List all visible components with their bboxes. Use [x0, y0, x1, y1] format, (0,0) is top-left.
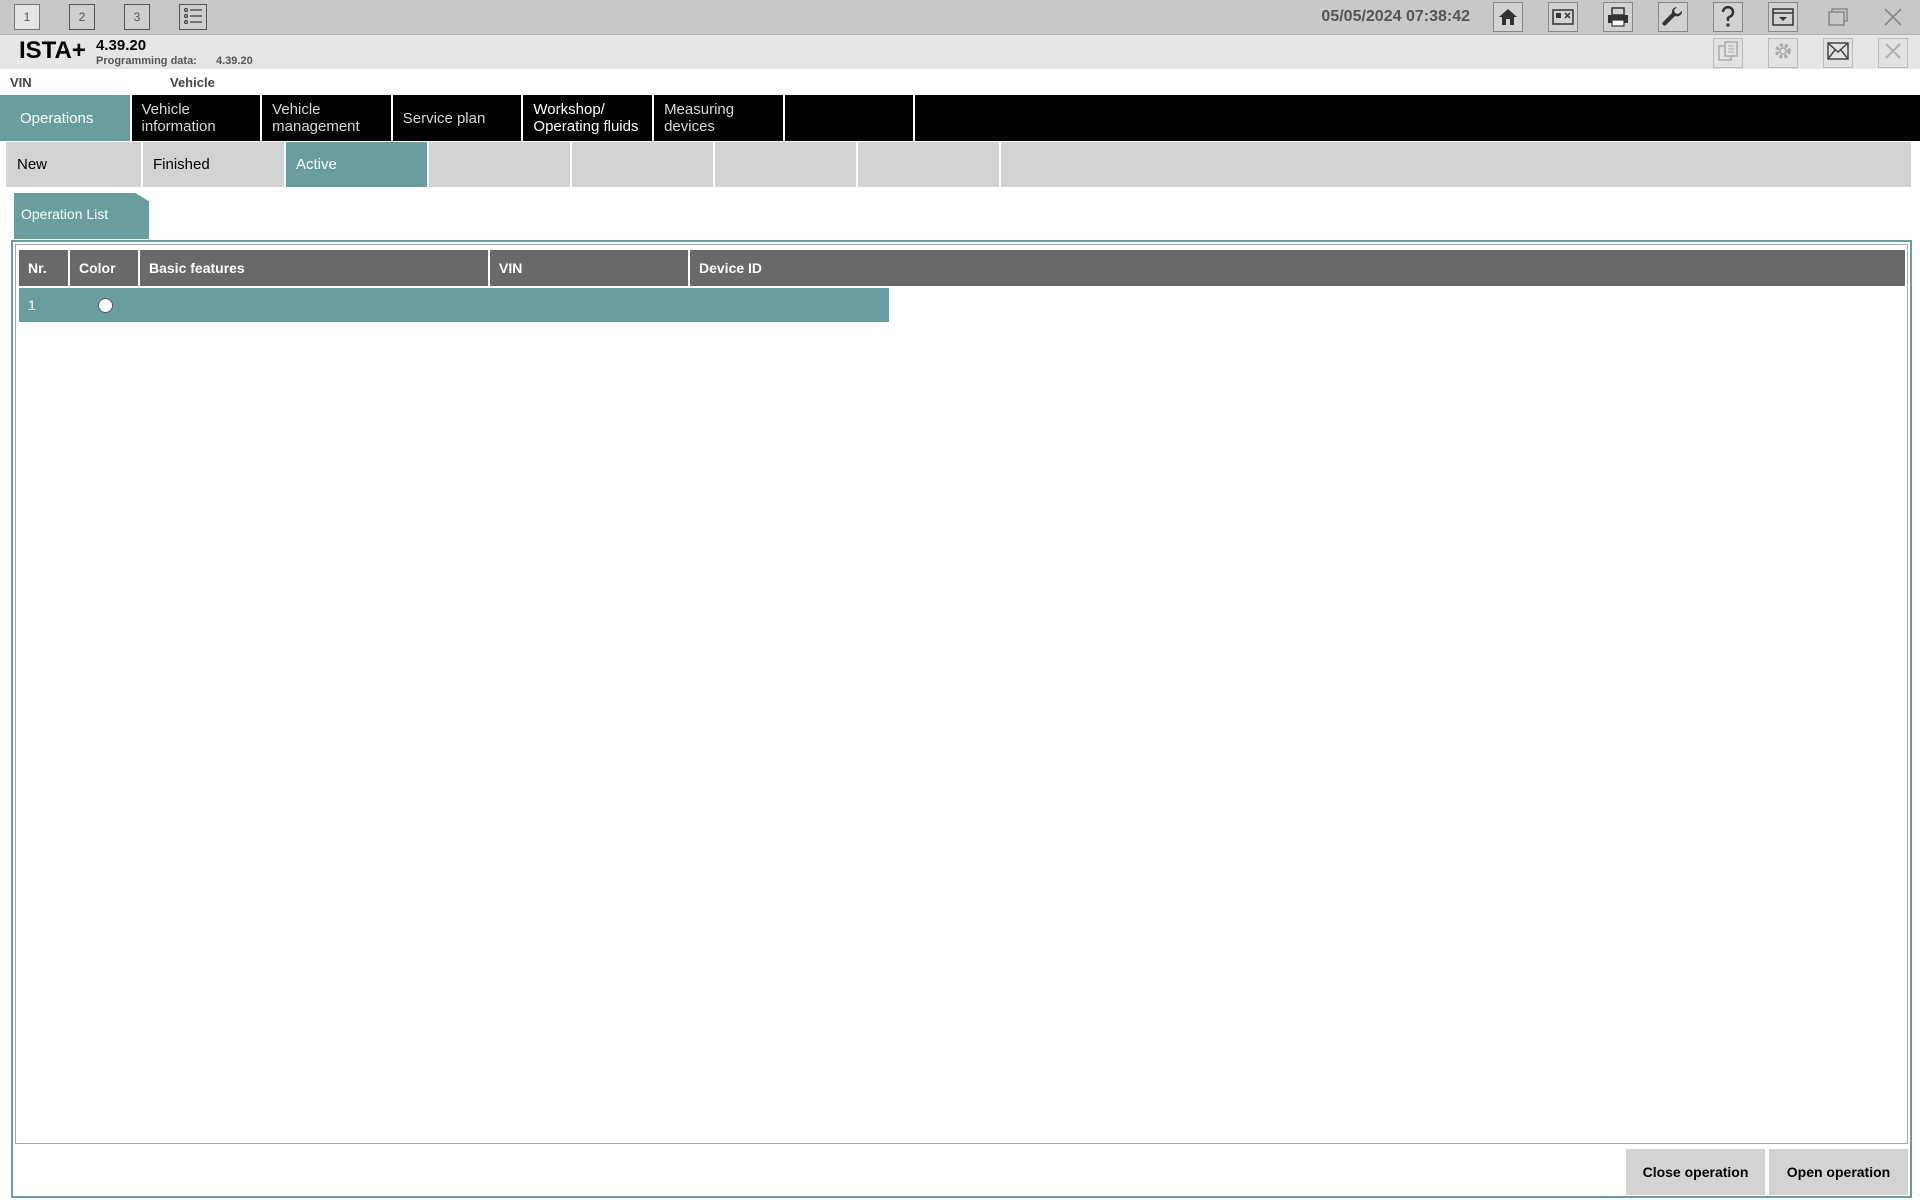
column-header-nr[interactable]: Nr.: [19, 250, 70, 286]
subtab-empty-3: [715, 142, 858, 187]
home-button[interactable]: [1493, 2, 1523, 32]
datetime-display: 05/05/2024 07:38:42: [1321, 8, 1470, 25]
close-operation-button[interactable]: Close operation: [1626, 1149, 1765, 1195]
close-operation-icon-button[interactable]: [1878, 38, 1908, 68]
settings-button[interactable]: [1768, 38, 1798, 68]
column-header-basic-features[interactable]: Basic features: [140, 250, 490, 286]
subtab-empty-1: [429, 142, 572, 187]
minimize-button[interactable]: [1768, 2, 1798, 32]
minimize-window-icon: [1772, 8, 1794, 26]
operation-list-tab[interactable]: Operation List: [14, 193, 149, 239]
tab-bar-filler: [915, 95, 1920, 141]
close-icon: [1884, 42, 1902, 65]
documents-icon: [1717, 40, 1739, 67]
programming-data-label: Programming data:: [96, 55, 197, 67]
app-header: ISTA+ 4.39.20 Programming data: 4.39.20: [0, 35, 1920, 69]
tab-operations[interactable]: Operations: [0, 95, 132, 141]
id-card-icon: [1552, 9, 1574, 25]
tools-button[interactable]: [1658, 2, 1688, 32]
vin-label: VIN: [10, 75, 32, 90]
subtab-finished[interactable]: Finished: [143, 142, 286, 187]
id-card-button[interactable]: [1548, 2, 1578, 32]
tab-workshop-operating-fluids[interactable]: Workshop/ Operating fluids: [523, 95, 655, 141]
list-icon: [183, 7, 203, 28]
tab-service-plan[interactable]: Service plan: [393, 95, 524, 141]
sub-tab-bar: New Finished Active: [0, 141, 1920, 188]
help-button[interactable]: [1713, 2, 1743, 32]
subtab-active[interactable]: Active: [286, 142, 429, 187]
column-header-color[interactable]: Color: [70, 250, 140, 286]
programming-data-value: 4.39.20: [216, 55, 253, 67]
color-indicator-icon: [97, 297, 113, 313]
workspace-2-button[interactable]: 2: [69, 4, 95, 30]
printer-icon: [1607, 7, 1629, 27]
tab-vehicle-management[interactable]: Vehicle management: [262, 95, 393, 141]
operation-list-panel: Nr. Color Basic features VIN Device ID 1…: [11, 240, 1912, 1198]
documents-button[interactable]: [1713, 38, 1743, 68]
main-tab-bar: Operations Vehicle information Vehicle m…: [0, 95, 1920, 141]
subtab-filler: [1001, 142, 1911, 187]
tab-vehicle-information[interactable]: Vehicle information: [132, 95, 263, 141]
table-header: Nr. Color Basic features VIN Device ID: [19, 250, 1905, 286]
close-app-button[interactable]: [1878, 2, 1908, 32]
workspace-3-button[interactable]: 3: [124, 4, 150, 30]
envelope-icon: [1827, 41, 1849, 65]
workspace-1-button[interactable]: 1: [14, 4, 40, 30]
restore-window-icon: [1827, 7, 1849, 27]
vehicle-info-row: VIN Vehicle: [0, 69, 1920, 95]
print-button[interactable]: [1603, 2, 1633, 32]
column-header-vin[interactable]: VIN: [490, 250, 690, 286]
tab-measuring-devices[interactable]: Measuring devices: [654, 95, 785, 141]
restore-window-button[interactable]: [1823, 2, 1853, 32]
vehicle-label: Vehicle: [170, 75, 215, 90]
operation-table-area: Nr. Color Basic features VIN Device ID 1: [15, 244, 1908, 1144]
tab-empty: [785, 95, 916, 141]
top-toolbar: 1 2 3 05/05/2024 07:38:42: [0, 0, 1920, 35]
message-button[interactable]: [1823, 38, 1853, 68]
table-row[interactable]: 1: [19, 288, 889, 322]
open-operation-button[interactable]: Open operation: [1769, 1149, 1908, 1195]
app-name: ISTA+: [19, 37, 86, 64]
app-version: 4.39.20: [96, 37, 147, 54]
gear-icon: [1772, 40, 1794, 67]
subtab-empty-2: [572, 142, 715, 187]
row-color-cell: [70, 297, 140, 313]
row-number: 1: [28, 297, 36, 313]
help-icon: [1720, 6, 1736, 28]
subtab-new[interactable]: New: [6, 142, 143, 187]
home-icon: [1498, 8, 1518, 26]
column-header-device-id[interactable]: Device ID: [690, 250, 1905, 286]
subtab-empty-4: [858, 142, 1001, 187]
list-view-button[interactable]: [179, 4, 207, 30]
wrench-icon: [1662, 6, 1684, 28]
close-icon: [1883, 7, 1903, 27]
